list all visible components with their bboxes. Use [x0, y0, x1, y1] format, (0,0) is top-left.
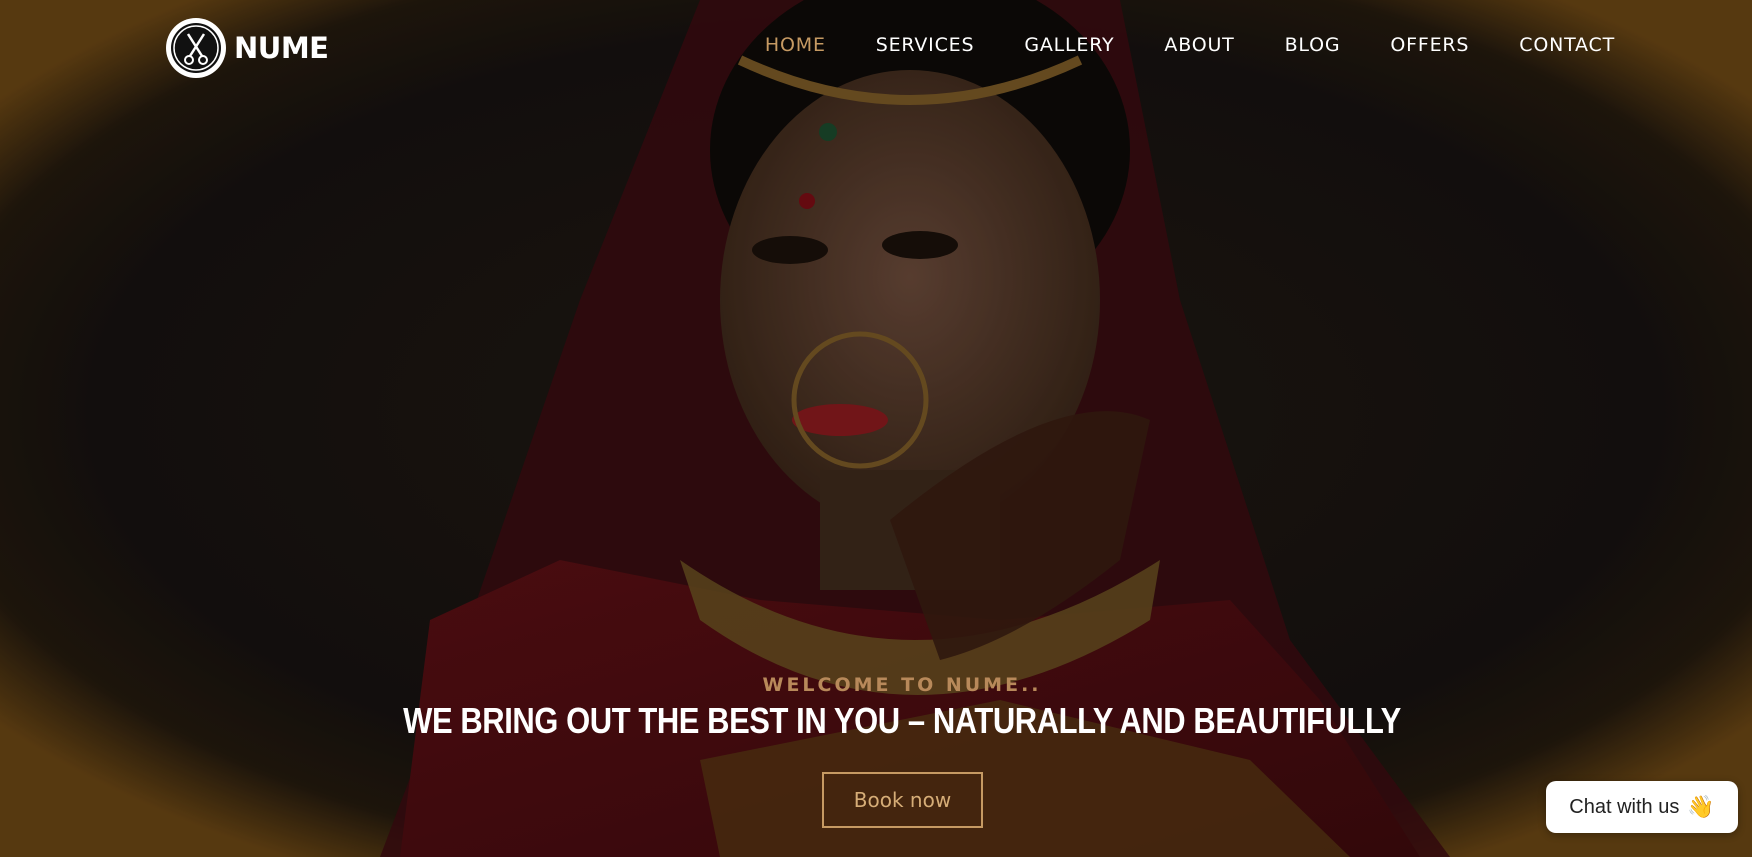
chat-label: Chat with us [1569, 795, 1680, 818]
nav-item-blog[interactable]: BLOG [1285, 34, 1341, 56]
hero-headline: WE BRING OUT THE BEST IN YOU – NATURALLY… [403, 700, 1401, 741]
hero-eyebrow: WELCOME TO NUME.. [762, 674, 1042, 696]
main-nav: HOME SERVICES GALLERY ABOUT BLOG OFFERS … [765, 34, 1615, 56]
nav-item-home[interactable]: HOME [765, 34, 826, 56]
brand-name: NUME [234, 31, 329, 65]
nav-item-gallery[interactable]: GALLERY [1024, 34, 1114, 56]
brand-logo[interactable]: NUME [164, 16, 329, 80]
nav-item-contact[interactable]: CONTACT [1519, 34, 1615, 56]
nav-item-services[interactable]: SERVICES [876, 34, 975, 56]
book-now-button[interactable]: Book now [822, 772, 983, 828]
scissors-icon [166, 18, 226, 78]
waving-hand-icon: 👋 [1687, 794, 1715, 819]
chat-widget-button[interactable]: Chat with us 👋 [1546, 781, 1738, 833]
nav-item-offers[interactable]: OFFERS [1390, 34, 1469, 56]
nav-item-about[interactable]: ABOUT [1164, 34, 1234, 56]
